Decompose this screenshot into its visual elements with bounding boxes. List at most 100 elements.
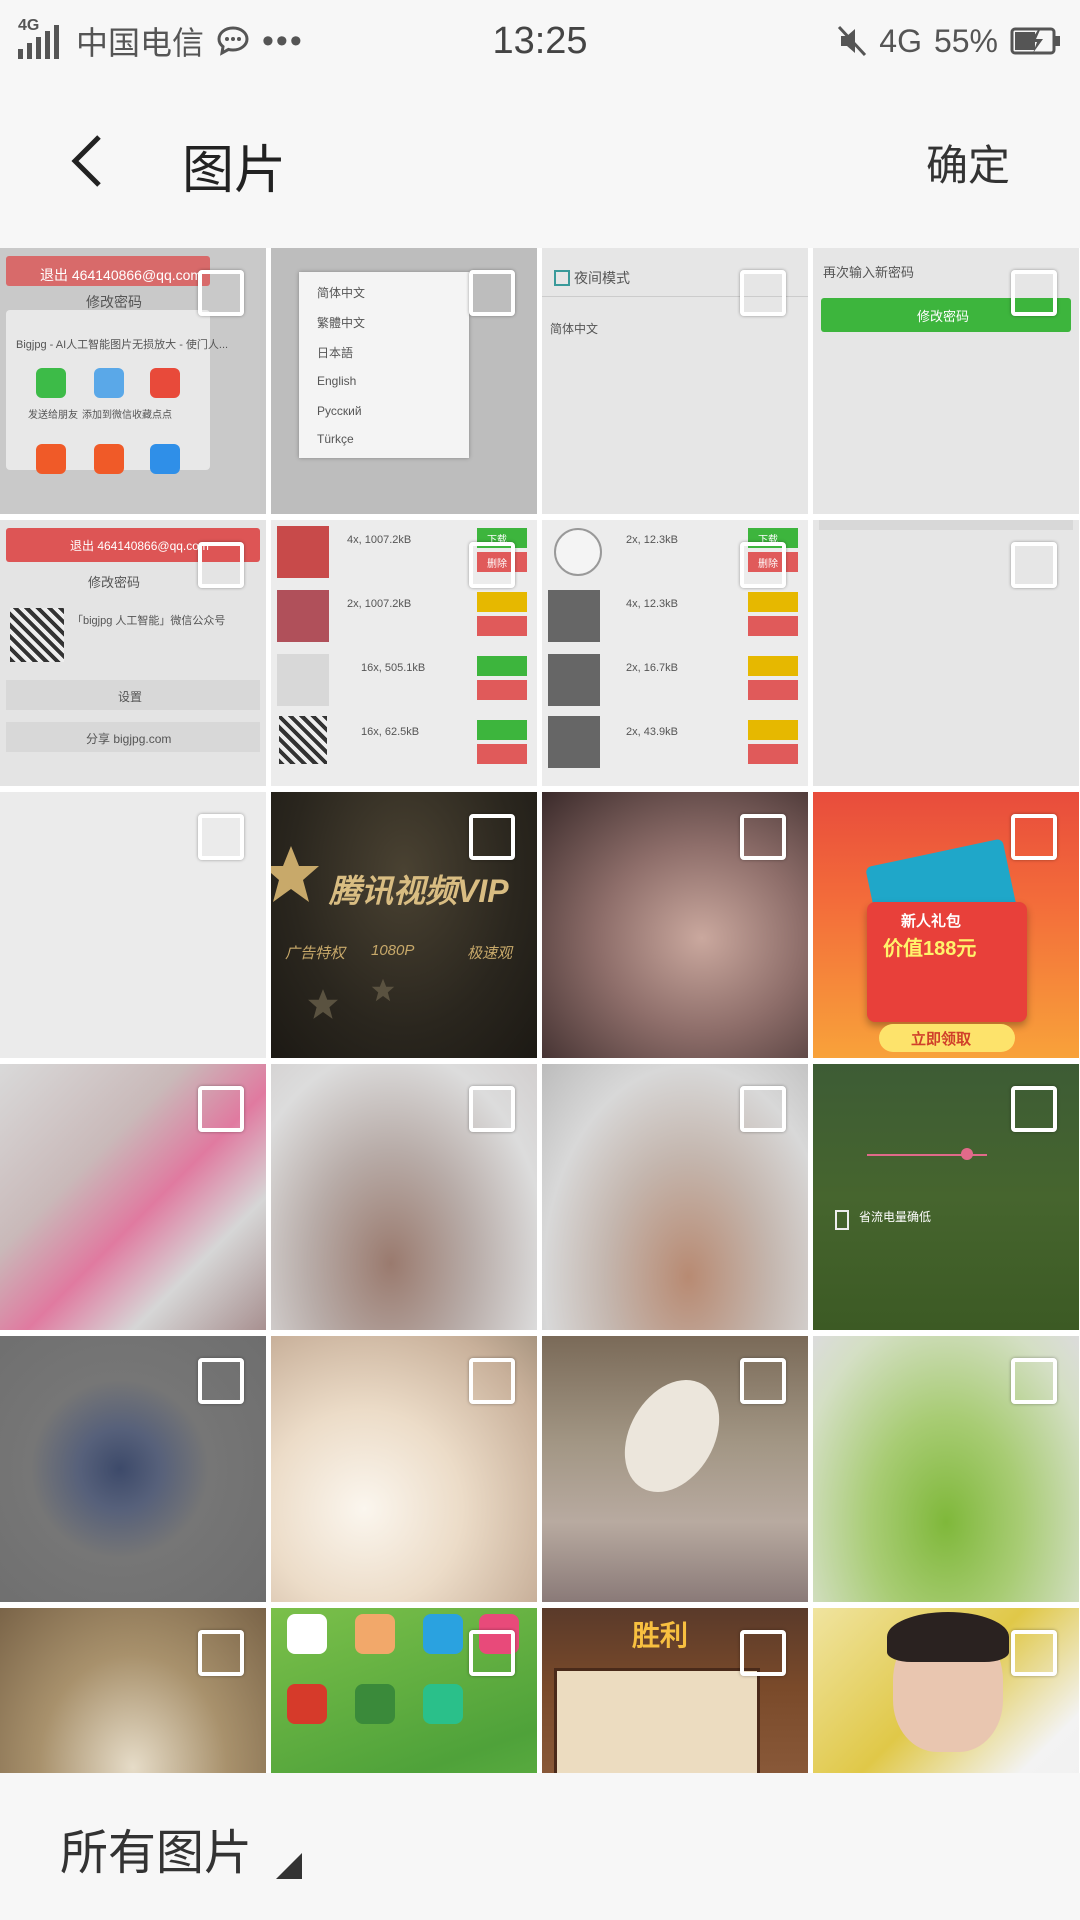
checkbox-icon[interactable] — [469, 1358, 515, 1404]
photo-grid[interactable]: 退出 464140866@qq.com 修改密码 Bigjpg - AI人工智能… — [0, 248, 1080, 1773]
thumb-text: 发送给朋友 — [28, 410, 78, 421]
app-header: 图片 确定 — [0, 82, 1080, 240]
photo-thumbnail[interactable] — [0, 1608, 266, 1773]
checkbox-icon[interactable] — [469, 814, 515, 860]
photo-thumbnail[interactable] — [0, 1064, 266, 1330]
thumb-text: 腾讯视频VIP — [329, 873, 509, 909]
thumb-text: 夜间模式 — [574, 270, 630, 286]
thumb-text: 2x, 43.9kB — [626, 726, 678, 738]
thumb-text: 16x, 505.1kB — [361, 662, 426, 674]
photo-thumbnail[interactable]: 退出 464140866@qq.com 修改密码 「bigjpg 人工智能」微信… — [0, 520, 266, 786]
photo-thumbnail[interactable] — [0, 792, 266, 1058]
thumb-text: 修改密码 — [86, 294, 142, 310]
thumb-text: 广告特权 — [285, 945, 346, 962]
photo-thumbnail[interactable]: 2x, 12.3kB 4x, 12.3kB 2x, 16.7kB 2x, 43.… — [542, 520, 808, 786]
checkbox-icon[interactable] — [1011, 270, 1057, 316]
thumb-text: 价值188元 — [883, 938, 977, 960]
thumb-text: Русский — [317, 404, 362, 418]
message-icon — [216, 25, 250, 57]
photo-thumbnail[interactable] — [813, 1336, 1079, 1602]
photo-thumbnail[interactable] — [271, 1608, 537, 1773]
dropdown-triangle-icon — [276, 1853, 303, 1879]
thumb-text: 再次输入新密码 — [823, 265, 915, 280]
network-label: 4G — [18, 17, 40, 34]
confirm-button[interactable]: 确定 — [926, 132, 1010, 193]
thumb-text: 修改密码 — [88, 575, 141, 590]
thumb-text: 设置 — [118, 690, 143, 704]
album-selector[interactable]: 所有图片 — [60, 1813, 303, 1883]
thumb-text: 4x, 1007.2kB — [347, 534, 412, 546]
thumb-text: 日本語 — [317, 346, 354, 360]
thumb-text: 新人礼包 — [901, 913, 962, 930]
checkbox-icon[interactable] — [740, 1358, 786, 1404]
checkbox-icon[interactable] — [1011, 1086, 1057, 1132]
thumb-text: 4x, 12.3kB — [626, 598, 678, 610]
checkbox-icon[interactable] — [1011, 1630, 1057, 1676]
thumb-text: 分享 bigjpg.com — [86, 732, 172, 746]
thumb-text: 简体中文 — [317, 286, 366, 300]
thumb-text: 添加到微信收藏 — [82, 410, 152, 421]
thumb-text: 繁體中文 — [317, 316, 366, 330]
checkbox-icon[interactable] — [740, 542, 786, 588]
checkbox-icon[interactable] — [1011, 542, 1057, 588]
thumb-text: 「bigjpg 人工智能」微信公众号 — [72, 615, 226, 627]
thumb-text: 胜利 — [632, 1620, 689, 1651]
thumb-text: 立即领取 — [911, 1031, 972, 1048]
thumb-text: 退出 464140866@qq.com — [70, 539, 209, 553]
photo-thumbnail[interactable] — [542, 1336, 808, 1602]
photo-thumbnail[interactable]: 夜间模式 简体中文 — [542, 248, 808, 514]
battery-charging-icon — [1010, 26, 1062, 56]
photo-thumbnail[interactable]: 再次输入新密码 修改密码 — [813, 248, 1079, 514]
signal-icon: 4G — [18, 17, 64, 59]
thumb-text: 省流电量确低 — [859, 1210, 932, 1224]
photo-thumbnail[interactable]: 胜利 — [542, 1608, 808, 1773]
photo-thumbnail[interactable] — [271, 1064, 537, 1330]
checkbox-icon[interactable] — [740, 814, 786, 860]
status-bar: 4G 中国电信 ••• 13:25 4G 55% — [0, 0, 1080, 82]
page-title: 图片 — [182, 142, 287, 200]
checkbox-icon[interactable] — [469, 1086, 515, 1132]
thumb-text: 2x, 1007.2kB — [347, 598, 412, 610]
photo-thumbnail[interactable] — [813, 1608, 1079, 1773]
photo-thumbnail[interactable]: 腾讯视频VIP 广告特权 1080P 极速观 — [271, 792, 537, 1058]
checkbox-icon[interactable] — [198, 1358, 244, 1404]
checkbox-icon[interactable] — [198, 814, 244, 860]
checkbox-icon[interactable] — [740, 270, 786, 316]
back-button[interactable] — [52, 126, 122, 196]
photo-thumbnail[interactable] — [0, 1336, 266, 1602]
thumb-text: 退出 464140866@qq.com — [40, 267, 203, 283]
photo-thumbnail[interactable] — [271, 1336, 537, 1602]
photo-thumbnail[interactable]: 省流电量确低 — [813, 1064, 1079, 1330]
photo-thumbnail[interactable]: 新人礼包 价值188元 立即领取 — [813, 792, 1079, 1058]
photo-thumbnail[interactable]: 简体中文 繁體中文 日本語 English Русский Türkçe — [271, 248, 537, 514]
thumb-text: 16x, 62.5kB — [361, 726, 420, 738]
checkbox-icon[interactable] — [1011, 814, 1057, 860]
photo-thumbnail[interactable]: 退出 464140866@qq.com 修改密码 Bigjpg - AI人工智能… — [0, 248, 266, 514]
battery-percent: 55% — [933, 22, 998, 59]
checkbox-icon[interactable] — [198, 1086, 244, 1132]
more-notifications-icon: ••• — [262, 21, 304, 60]
photo-thumbnail[interactable] — [542, 792, 808, 1058]
carrier-name: 中国电信 — [76, 25, 205, 61]
thumb-text: 修改密码 — [917, 309, 970, 324]
thumb-text: 1080P — [371, 942, 415, 959]
checkbox-icon[interactable] — [198, 1630, 244, 1676]
thumb-text: 2x, 12.3kB — [626, 534, 678, 546]
mute-icon — [837, 25, 867, 57]
checkbox-icon[interactable] — [198, 542, 244, 588]
thumb-text: 极速观 — [467, 945, 513, 962]
thumb-text: Türkçe — [317, 432, 354, 446]
checkbox-icon[interactable] — [469, 270, 515, 316]
bottom-bar: 所有图片 — [0, 1773, 1080, 1920]
photo-thumbnail[interactable]: 4x, 1007.2kB 2x, 1007.2kB 16x, 505.1kB 1… — [271, 520, 537, 786]
photo-thumbnail[interactable] — [813, 520, 1079, 786]
checkbox-icon[interactable] — [740, 1086, 786, 1132]
checkbox-icon[interactable] — [469, 1630, 515, 1676]
checkbox-icon[interactable] — [198, 270, 244, 316]
network-type: 4G — [879, 22, 922, 59]
photo-thumbnail[interactable] — [542, 1064, 808, 1330]
checkbox-icon[interactable] — [740, 1630, 786, 1676]
checkbox-icon[interactable] — [1011, 1358, 1057, 1404]
thumb-text: 简体中文 — [550, 322, 599, 336]
checkbox-icon[interactable] — [469, 542, 515, 588]
